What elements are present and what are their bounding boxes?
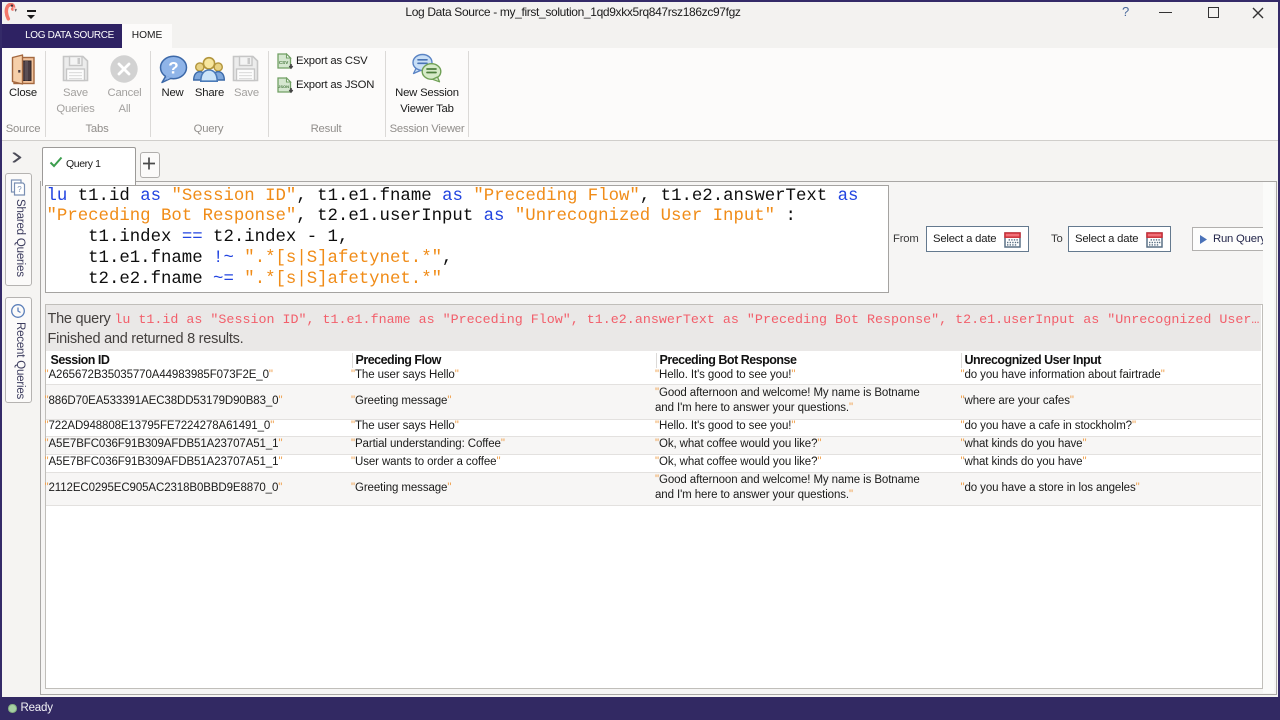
svg-text:CSV: CSV [279, 60, 289, 65]
svg-text:?: ? [168, 59, 178, 78]
svg-text:JSON: JSON [278, 84, 289, 89]
svg-text:?: ? [17, 185, 22, 194]
